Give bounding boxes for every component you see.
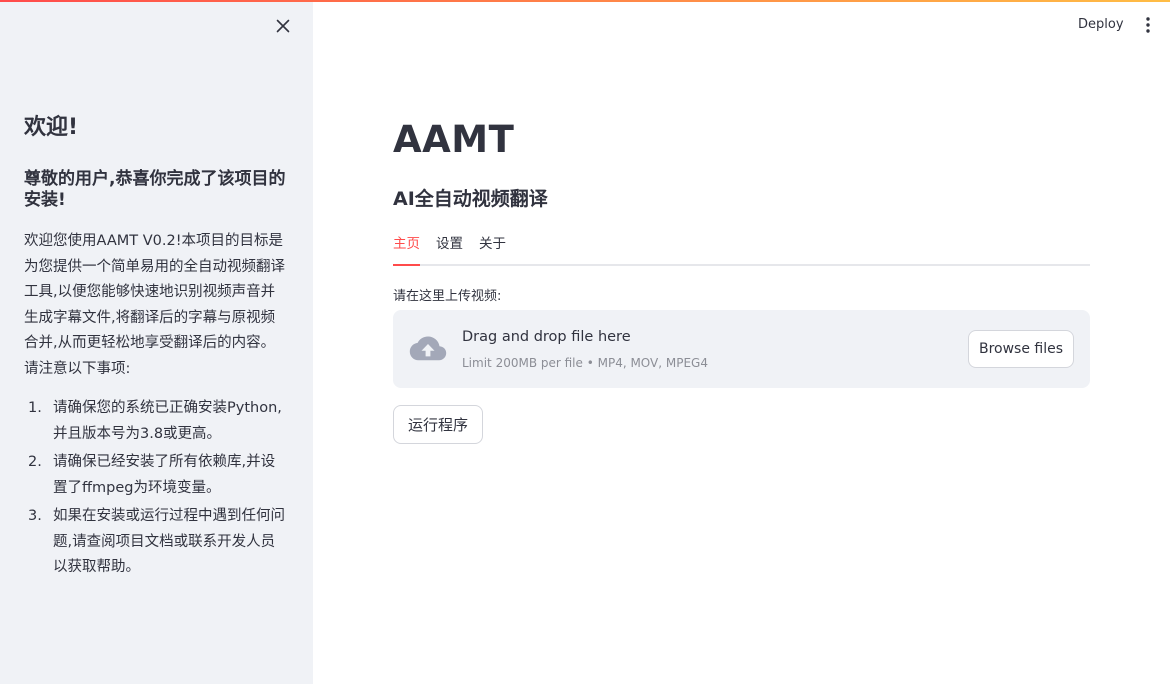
list-item: 2. 请确保已经安装了所有依赖库,并设置了ffmpeg为环境变量。 — [24, 450, 286, 501]
list-item-number: 3. — [28, 508, 42, 525]
tab-home[interactable]: 主页 — [393, 234, 420, 266]
app-window: 欢迎! 尊敬的用户,恭喜你完成了该项目的安装! 欢迎您使用AAMT V0.2!本… — [0, 0, 1170, 684]
cloud-upload-icon — [409, 334, 447, 364]
list-item-text: 如果在安装或运行过程中遇到任何问题,请查阅项目文档或联系开发人员以获取帮助。 — [53, 508, 285, 576]
page-title: AAMT — [393, 118, 515, 161]
list-item-text: 请确保您的系统已正确安装Python,并且版本号为3.8或更高。 — [53, 400, 282, 442]
dropzone-limit-text: Limit 200MB per file • MP4, MOV, MPEG4 — [462, 356, 708, 370]
tab-settings[interactable]: 设置 — [436, 234, 463, 264]
uploader-label: 请在这里上传视频: — [393, 289, 502, 304]
sidebar-congrats-heading: 尊敬的用户,恭喜你完成了该项目的安装! — [24, 168, 286, 210]
list-item: 3. 如果在安装或运行过程中遇到任何问题,请查阅项目文档或联系开发人员以获取帮助… — [24, 504, 286, 581]
list-item-text: 请确保已经安装了所有依赖库,并设置了ffmpeg为环境变量。 — [53, 454, 276, 496]
deploy-button[interactable]: Deploy — [1070, 14, 1132, 35]
file-dropzone[interactable]: Drag and drop file here Limit 200MB per … — [393, 310, 1090, 388]
sidebar: 欢迎! 尊敬的用户,恭喜你完成了该项目的安装! 欢迎您使用AAMT V0.2!本… — [0, 0, 313, 684]
sidebar-welcome-title: 欢迎! — [24, 115, 79, 140]
list-item: 1. 请确保您的系统已正确安装Python,并且版本号为3.8或更高。 — [24, 396, 286, 447]
run-program-button[interactable]: 运行程序 — [393, 405, 483, 444]
sidebar-notes-list: 1. 请确保您的系统已正确安装Python,并且版本号为3.8或更高。 2. 请… — [24, 396, 286, 581]
page-subtitle: AI全自动视频翻译 — [393, 188, 548, 210]
dropzone-instructions: Drag and drop file here — [462, 329, 631, 345]
tab-about[interactable]: 关于 — [479, 234, 506, 264]
sidebar-content: 欢迎! 尊敬的用户,恭喜你完成了该项目的安装! 欢迎您使用AAMT V0.2!本… — [24, 114, 286, 584]
sidebar-intro-paragraph: 欢迎您使用AAMT V0.2!本项目的目标是为您提供一个简单易用的全自动视频翻译… — [24, 233, 285, 377]
close-icon[interactable] — [271, 16, 295, 36]
list-item-number: 2. — [28, 454, 42, 471]
kebab-menu-icon[interactable] — [1138, 15, 1158, 35]
list-item-number: 1. — [28, 400, 42, 417]
top-decoration-bar — [0, 0, 1170, 2]
browse-files-button[interactable]: Browse files — [968, 330, 1074, 368]
tab-bar: 主页 设置 关于 — [393, 234, 1090, 266]
